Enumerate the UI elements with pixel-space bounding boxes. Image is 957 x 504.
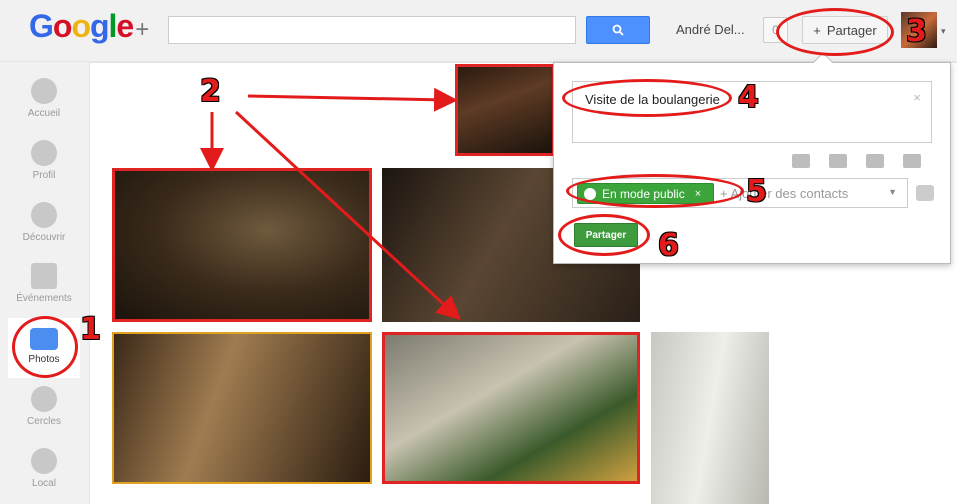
annotation-arrow bbox=[247, 87, 458, 112]
annotation-number-3: 3 bbox=[906, 14, 927, 49]
annotation-number-4: 4 bbox=[738, 80, 759, 115]
annotation-circle bbox=[12, 316, 78, 378]
annotation-number-2: 2 bbox=[200, 74, 221, 109]
annotation-circle bbox=[558, 214, 650, 256]
annotation-number-6: 6 bbox=[658, 228, 679, 263]
annotation-arrow bbox=[234, 110, 461, 321]
annotation-number-1: 1 bbox=[80, 312, 101, 347]
annotation-number-5: 5 bbox=[746, 174, 767, 209]
annotation-circle bbox=[776, 8, 894, 56]
annotation-circle bbox=[562, 79, 732, 117]
annotation-arrows bbox=[200, 87, 461, 321]
annotation-circle bbox=[566, 174, 744, 208]
